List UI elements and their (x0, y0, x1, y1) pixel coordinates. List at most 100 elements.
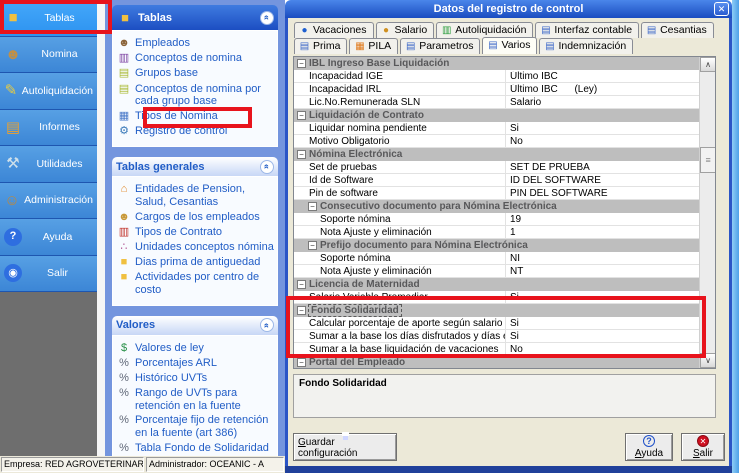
close-icon[interactable]: ✕ (714, 2, 729, 16)
property-grid-row[interactable]: − Pin de software PIN DEL SOFTWARE (294, 187, 699, 200)
property-value[interactable]: Si (506, 318, 699, 329)
tab[interactable]: ▦ PILA (349, 38, 398, 54)
sidebar-button[interactable]: ⚒ Utilidades (0, 146, 97, 183)
nav-item[interactable]: $ Valores de ley (117, 342, 275, 355)
collapse-minus-icon[interactable]: − (297, 306, 306, 315)
property-value[interactable]: ID DEL SOFTWARE (506, 175, 699, 186)
property-value[interactable]: SET DE PRUEBA (506, 162, 699, 173)
property-grid-row[interactable]: − Liquidación de Contrato (294, 109, 699, 122)
property-value[interactable]: NI (506, 253, 699, 264)
collapse-minus-icon[interactable]: − (297, 150, 306, 159)
nav-item[interactable]: ■ Actividades por centro de costo (117, 271, 275, 296)
tab[interactable]: ▤ Varios (482, 37, 537, 54)
nav-section-header-tablas[interactable]: ■ Tablas « (112, 5, 278, 30)
collapse-minus-icon[interactable]: − (308, 241, 317, 250)
collapse-minus-icon[interactable]: − (297, 358, 306, 367)
nav-item[interactable]: ☻ Empleados (117, 37, 275, 50)
nav-item[interactable]: ▤ Grupos base (117, 67, 275, 80)
property-grid-row[interactable]: − Sumar a la base los días disfrutados y… (294, 330, 699, 343)
property-value[interactable]: NT (506, 266, 699, 277)
tab[interactable]: ▤ Parametros (400, 38, 480, 54)
property-value[interactable]: 19 (506, 214, 699, 225)
sidebar-button[interactable]: ▤ Informes (0, 110, 97, 147)
sidebar-button[interactable]: ■ Tablas (0, 0, 97, 37)
property-grid-row[interactable]: − Set de pruebas SET DE PRUEBA (294, 161, 699, 174)
tab[interactable]: ● Vacaciones (294, 22, 374, 38)
nav-item[interactable]: ▥ Conceptos de nomina (117, 52, 275, 65)
property-value[interactable]: 1 (506, 227, 699, 238)
collapse-chevron-icon[interactable]: « (260, 160, 274, 174)
sidebar-button[interactable]: ✎ Autoliquidación (0, 73, 97, 110)
nav-item[interactable]: ☻ Cargos de los empleados (117, 211, 275, 224)
property-grid-row[interactable]: − Nota Ajuste y eliminación 1 (294, 226, 699, 239)
property-value[interactable]: Si (506, 331, 699, 342)
collapse-chevron-icon[interactable]: « (260, 318, 274, 332)
collapse-minus-icon[interactable]: − (297, 111, 306, 120)
nav-item[interactable]: ∴ Unidades conceptos nómina (117, 241, 275, 254)
property-grid-row[interactable]: − Lic.No.Remunerada SLN Salario (294, 96, 699, 109)
nav-item[interactable]: % Porcentajes ARL (117, 357, 275, 370)
nav-item[interactable]: ⌂ Entidades de Pension, Salud, Cesantias (117, 183, 275, 208)
property-grid-row[interactable]: − Salario Variable Promediar Si (294, 291, 699, 304)
collapse-minus-icon[interactable]: − (297, 280, 306, 289)
property-grid-row[interactable]: − Incapacidad IGE Último IBC (294, 70, 699, 83)
sidebar-button[interactable]: ☺ Administración (0, 183, 97, 220)
property-value[interactable]: Último IBC (Ley) (506, 84, 699, 95)
property-grid-row[interactable]: − Nómina Electrónica (294, 148, 699, 161)
nav-section-header-valores[interactable]: Valores « (112, 316, 278, 335)
scroll-up-icon[interactable]: ∧ (700, 57, 716, 72)
property-value[interactable]: No (506, 344, 699, 355)
nav-item[interactable]: % Rango de UVTs para retención en la fue… (117, 387, 275, 412)
property-value[interactable]: Si (506, 123, 699, 134)
property-grid-row[interactable]: − Liquidar nomina pendiente Si (294, 122, 699, 135)
nav-item[interactable]: % Tabla Fondo de Solidaridad (117, 442, 275, 455)
sidebar-button[interactable]: ? Ayuda (0, 219, 97, 256)
help-button[interactable]: ? Ayuda (625, 433, 673, 461)
ledger-icon: ▤ (117, 83, 131, 108)
tab[interactable]: ▤ Prima (294, 38, 347, 54)
collapse-chevron-icon[interactable]: « (260, 11, 274, 25)
property-grid-row[interactable]: − IBL Ingreso Base Liquidación (294, 57, 699, 70)
property-value[interactable]: PIN DEL SOFTWARE (506, 188, 699, 199)
property-grid-row[interactable]: − Portal del Empleado (294, 356, 699, 368)
property-value[interactable]: Si (506, 292, 699, 303)
sidebar-button[interactable]: ☻ Nomina (0, 37, 97, 74)
sidebar-button[interactable]: ◉ Salir (0, 256, 97, 293)
property-grid-row[interactable]: − Soporte nómina NI (294, 252, 699, 265)
collapse-minus-icon[interactable]: − (308, 202, 317, 211)
property-grid-row[interactable]: − Incapacidad IRL Último IBC (Ley) (294, 83, 699, 96)
nav-item[interactable]: ▦ Tipos de Nomina (117, 110, 275, 123)
nav-item[interactable]: % Porcentaje fijo de retención en la fue… (117, 414, 275, 439)
exit-button[interactable]: ✕ Salir (681, 433, 725, 461)
property-grid-row[interactable]: − Licencia de Maternidad (294, 278, 699, 291)
nav-item[interactable]: ▥ Tipos de Contrato (117, 226, 275, 239)
tab[interactable]: ▤ Cesantias (641, 22, 714, 38)
property-value[interactable]: No (506, 136, 699, 147)
grid-scrollbar[interactable]: ∧ ≡ ∨ (699, 57, 715, 368)
property-value[interactable]: Salario (506, 97, 699, 108)
tab[interactable]: ▤ Indemnización (539, 38, 633, 54)
property-grid-row[interactable]: − Calcular porcentaje de aporte según sa… (294, 317, 699, 330)
property-grid-row[interactable]: − Fondo Solidaridad (294, 304, 699, 317)
collapse-minus-icon[interactable]: − (297, 59, 306, 68)
scrollbar-thumb[interactable]: ≡ (700, 147, 716, 173)
nav-item[interactable]: ■ Dias prima de antiguedad (117, 256, 275, 269)
nav-item[interactable]: % Histórico UVTs (117, 372, 275, 385)
property-grid-row[interactable]: − Consecutivo documento para Nómina Elec… (294, 200, 699, 213)
tab[interactable]: ▥ Autoliquidación (436, 22, 533, 38)
dialog-titlebar[interactable]: Datos del registro de control ✕ (285, 0, 732, 18)
property-grid-row[interactable]: − Nota Ajuste y eliminación NT (294, 265, 699, 278)
nav-section-header-tablas-generales[interactable]: Tablas generales « (112, 157, 278, 176)
property-grid-row[interactable]: − Sumar a la base liquidación de vacacio… (294, 343, 699, 356)
property-grid-row[interactable]: − Id de Software ID DEL SOFTWARE (294, 174, 699, 187)
nav-item[interactable]: ⚙ Registro de control (117, 125, 275, 138)
property-value[interactable]: Último IBC (506, 71, 699, 82)
property-grid-row[interactable]: − Motivo Obligatorio No (294, 135, 699, 148)
tab[interactable]: ▤ Interfaz contable (535, 22, 639, 38)
property-grid-row[interactable]: − Soporte nómina 19 (294, 213, 699, 226)
tab[interactable]: ● Salario (376, 22, 435, 38)
property-grid-row[interactable]: − Prefijo documento para Nómina Electrón… (294, 239, 699, 252)
scroll-down-icon[interactable]: ∨ (700, 353, 716, 368)
nav-item[interactable]: ▤ Conceptos de nomina por cada grupo bas… (117, 83, 275, 108)
save-configuration-button[interactable]: Guardar configuración (293, 433, 397, 461)
